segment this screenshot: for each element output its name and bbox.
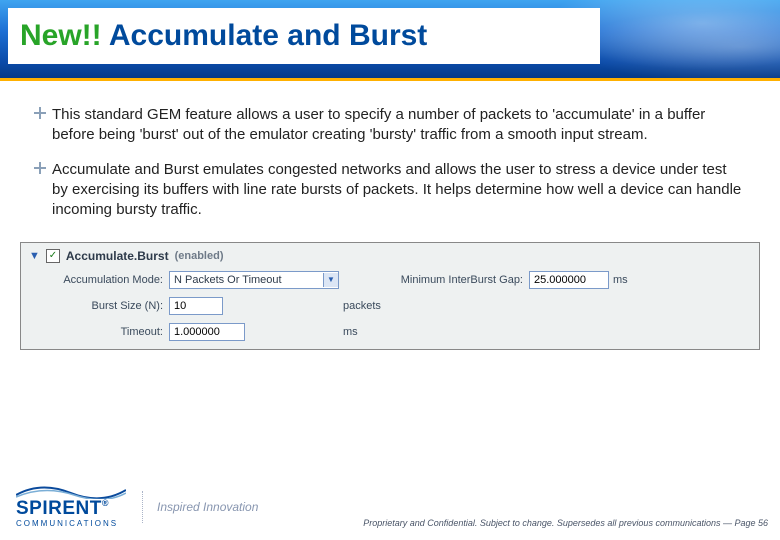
logo-block: SPIRENT® COMMUNICATIONS Inspired Innovat…	[16, 485, 258, 528]
bullet-item: Accumulate and Burst emulates congested …	[34, 160, 746, 221]
mode-value: N Packets Or Timeout	[174, 271, 282, 289]
logo-subname: COMMUNICATIONS	[16, 520, 126, 528]
bullet-item: This standard GEM feature allows a user …	[34, 105, 746, 146]
slide-banner: New!! Accumulate and Burst	[0, 0, 780, 81]
logo-name: SPIRENT®	[16, 499, 126, 518]
spirent-logo: SPIRENT® COMMUNICATIONS	[16, 485, 126, 528]
title-badge: New!!	[20, 19, 102, 52]
title-bar: New!! Accumulate and Burst	[8, 8, 600, 64]
gap-input[interactable]	[529, 271, 609, 289]
panel-header: ▼ ✓ Accumulate.Burst (enabled)	[21, 243, 759, 271]
burst-unit: packets	[339, 300, 633, 312]
panel-title: Accumulate.Burst	[66, 249, 169, 263]
gap-unit: ms	[609, 274, 633, 286]
title-text: Accumulate and Burst	[102, 19, 428, 52]
burst-label: Burst Size (N):	[29, 300, 169, 312]
burst-input[interactable]	[169, 297, 223, 315]
panel-screenshot: ▼ ✓ Accumulate.Burst (enabled) Accumulat…	[0, 234, 780, 350]
gap-label: Minimum InterBurst Gap:	[379, 274, 529, 286]
tagline: Inspired Innovation	[142, 491, 258, 523]
mode-label: Accumulation Mode:	[29, 274, 169, 286]
bullet-icon	[34, 107, 52, 146]
chevron-down-icon: ▼	[323, 273, 338, 287]
bullet-icon	[34, 162, 52, 221]
bullet-text: Accumulate and Burst emulates congested …	[52, 160, 746, 221]
timeout-input[interactable]	[169, 323, 245, 341]
slide-footer: SPIRENT® COMMUNICATIONS Inspired Innovat…	[0, 485, 780, 530]
slide-title: New!! Accumulate and Burst	[20, 19, 427, 53]
accumulate-burst-panel: ▼ ✓ Accumulate.Burst (enabled) Accumulat…	[20, 242, 760, 350]
panel-fields: Accumulation Mode: N Packets Or Timeout …	[21, 271, 759, 341]
footer-legal: Proprietary and Confidential. Subject to…	[363, 518, 768, 528]
content-area: This standard GEM feature allows a user …	[0, 81, 780, 220]
logo-wave-icon	[16, 485, 126, 499]
bullet-text: This standard GEM feature allows a user …	[52, 105, 746, 146]
timeout-label: Timeout:	[29, 326, 169, 338]
timeout-unit: ms	[339, 326, 633, 338]
panel-status: (enabled)	[175, 250, 224, 262]
enable-checkbox[interactable]: ✓	[46, 249, 60, 263]
mode-select[interactable]: N Packets Or Timeout ▼	[169, 271, 339, 289]
collapse-toggle-icon[interactable]: ▼	[29, 250, 40, 262]
